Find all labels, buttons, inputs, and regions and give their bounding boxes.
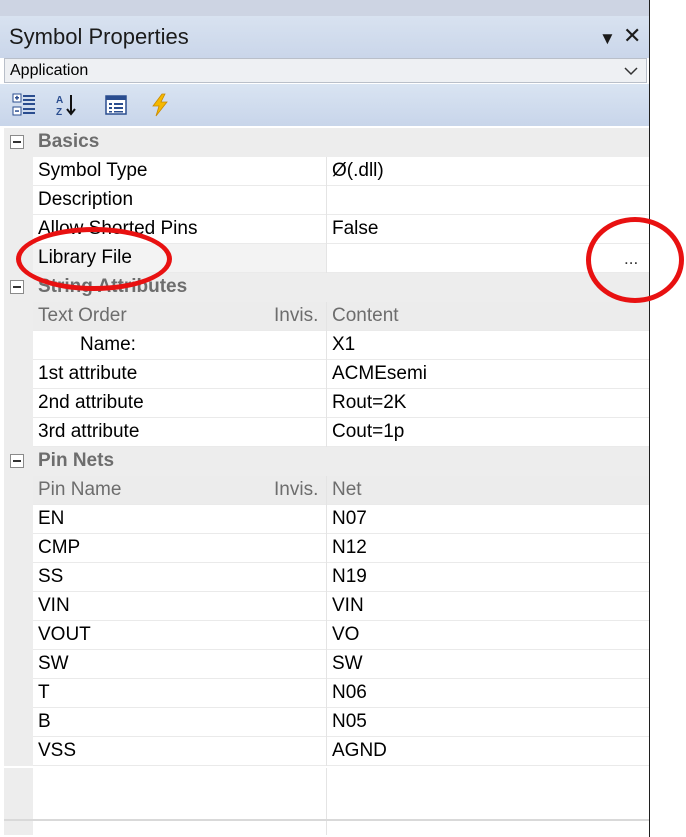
pin-name: VOUT [38,624,91,645]
property-row-description[interactable]: Description [4,186,649,215]
pin-net[interactable]: SW [332,653,363,675]
pin-row[interactable]: VIN VIN [4,592,649,621]
pin-nets-header: Pin Name Invis. Net [4,476,649,505]
column-header-invis: Invis. [274,479,319,500]
category-label: Pin Nets [38,450,115,471]
pin-name: T [38,682,50,703]
events-lightning-icon[interactable] [148,93,172,117]
property-name: 1st attribute [38,363,138,384]
pin-name: EN [38,508,65,529]
symbol-properties-panel: Symbol Properties ▼ ✕ Application A Z Ba… [0,16,650,837]
collapse-icon[interactable] [10,135,24,149]
property-value: Ø(.dll) [332,160,384,181]
panel-titlebar: Symbol Properties ▼ ✕ [0,16,649,58]
pin-name: SS [38,566,64,587]
category-label: Basics [38,131,100,152]
categorized-icon[interactable] [12,93,36,117]
pin-row[interactable]: EN N07 [4,505,649,534]
panel-title: Symbol Properties [9,24,189,49]
pin-net[interactable]: N19 [332,566,367,588]
collapse-icon[interactable] [10,280,24,294]
property-name: 2nd attribute [38,392,144,413]
svg-text:A: A [56,95,63,106]
pin-row[interactable]: VSS AGND [4,737,649,766]
pin-row[interactable]: B N05 [4,708,649,737]
category-pin-nets[interactable]: Pin Nets [4,447,649,476]
annotation-circle-browse-button [586,217,684,303]
pin-name: CMP [38,537,81,558]
property-name: Symbol Type [38,160,148,181]
top-strip [0,0,650,16]
pin-net[interactable]: N05 [332,711,367,733]
column-header-pin-name: Pin Name [38,479,122,500]
property-name: 3rd attribute [38,421,140,442]
attribute-row-2nd[interactable]: 2nd attribute Rout=2K [4,389,649,418]
pin-net[interactable]: N12 [332,537,367,559]
property-value[interactable]: ACMEsemi [332,363,427,385]
pin-row[interactable]: SS N19 [4,563,649,592]
object-selector-dropdown[interactable]: Application [4,58,647,83]
pin-name: SW [38,653,69,674]
chevron-down-icon[interactable] [622,59,640,82]
alphabetical-sort-icon[interactable]: A Z [54,93,78,117]
pin-net[interactable]: AGND [332,740,387,762]
pin-net[interactable]: N07 [332,508,367,530]
property-name: Name: [80,334,136,355]
column-header-invis: Invis. [274,305,319,326]
grid-empty-margin [4,768,33,835]
property-name: Description [38,189,134,210]
pin-net[interactable]: VIN [332,595,364,617]
panel-right-border [649,0,650,837]
pin-row[interactable]: T N06 [4,679,649,708]
property-value[interactable]: False [332,218,378,240]
property-row-symbol-type[interactable]: Symbol Type Ø(.dll) [4,157,649,186]
svg-text:Z: Z [56,107,62,117]
pin-row[interactable]: CMP N12 [4,534,649,563]
pin-row[interactable]: VOUT VO [4,621,649,650]
string-attributes-header: Text Order Invis. Content [4,302,649,331]
close-icon[interactable]: ✕ [623,25,641,47]
pin-name: VSS [38,740,77,761]
pin-dropdown-icon[interactable]: ▼ [599,28,616,50]
grid-empty-separator [326,768,327,835]
category-basics[interactable]: Basics [4,128,649,157]
attribute-row-name[interactable]: Name: X1 [4,331,649,360]
collapse-icon[interactable] [10,454,24,468]
column-header-net: Net [332,479,362,500]
annotation-circle-library-file [16,227,172,291]
pin-net[interactable]: VO [332,624,359,646]
attribute-row-3rd[interactable]: 3rd attribute Cout=1p [4,418,649,447]
property-pages-icon[interactable] [104,93,128,117]
pin-row[interactable]: SW SW [4,650,649,679]
attribute-row-1st[interactable]: 1st attribute ACMEsemi [4,360,649,389]
pin-net[interactable]: N06 [332,682,367,704]
property-value[interactable]: X1 [332,334,355,356]
pin-name: B [38,711,51,732]
column-header-content: Content [332,305,399,326]
selector-value: Application [10,62,89,79]
property-value[interactable]: Cout=1p [332,421,404,443]
panel-bottom-border [4,819,649,821]
pin-name: VIN [38,595,70,616]
properties-toolbar: A Z [0,84,649,126]
property-value[interactable]: Rout=2K [332,392,406,414]
column-header-text-order: Text Order [38,305,127,326]
